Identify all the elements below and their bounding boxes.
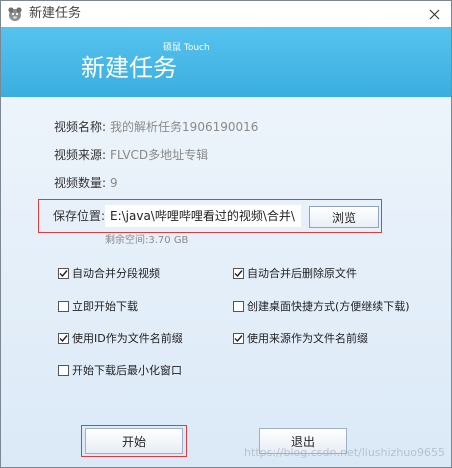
option-label: 创建桌面快捷方式(方便继续下载) — [247, 300, 410, 313]
close-icon — [429, 5, 440, 24]
watermark: https://blog.csdn.net/liushizhuo9655 — [244, 446, 445, 459]
app-icon — [7, 6, 23, 22]
video-name-row: 视频名称: 我的解析任务1906190016 — [54, 119, 258, 135]
new-task-dialog: 新建任务 硕鼠 Touch 新建任务 视频名称: 我的解析任务1906190016… — [0, 0, 452, 468]
option-start-now[interactable]: 立即开始下载 — [58, 298, 138, 314]
browse-button[interactable]: 浏览 — [309, 206, 379, 228]
window-title: 新建任务 — [29, 6, 82, 21]
video-source-row: 视频来源: FLVCD多地址专辑 — [54, 147, 208, 163]
video-name-value: 我的解析任务1906190016 — [110, 120, 259, 134]
banner-subtitle: 硕鼠 Touch — [163, 43, 210, 53]
checkbox[interactable] — [233, 300, 244, 312]
remaining-space: 剩余空间:3.70 GB — [105, 235, 189, 246]
option-auto-merge[interactable]: 自动合并分段视频 — [58, 265, 160, 281]
save-location-label: 保存位置: — [53, 209, 106, 223]
video-source-value: FLVCD多地址专辑 — [110, 148, 209, 162]
option-label: 自动合并分段视频 — [72, 267, 160, 280]
checkbox[interactable] — [58, 364, 69, 376]
checkmark-icon — [59, 334, 68, 342]
option-label: 使用ID作为文件名前缀 — [72, 332, 183, 345]
option-id-prefix[interactable]: 使用ID作为文件名前缀 — [58, 330, 183, 346]
option-label: 自动合并后删除原文件 — [247, 267, 357, 280]
option-source-prefix[interactable]: 使用来源作为文件名前缀 — [233, 330, 368, 346]
checkbox[interactable] — [58, 332, 69, 344]
option-delete-after-merge[interactable]: 自动合并后删除原文件 — [233, 265, 357, 281]
start-button[interactable]: 开始 — [85, 428, 183, 454]
checkmark-icon — [234, 334, 243, 342]
video-name-label: 视频名称: — [54, 120, 107, 134]
banner: 硕鼠 Touch 新建任务 — [1, 27, 451, 97]
video-count-row: 视频数量: 9 — [54, 175, 118, 191]
checkmark-icon — [234, 269, 243, 277]
video-source-label: 视频来源: — [54, 148, 107, 162]
checkbox[interactable] — [233, 332, 244, 344]
option-label: 开始下载后最小化窗口 — [72, 364, 182, 377]
video-count-label: 视频数量: — [54, 176, 107, 190]
option-desktop-shortcut[interactable]: 创建桌面快捷方式(方便继续下载) — [233, 298, 410, 314]
checkbox[interactable] — [58, 300, 69, 312]
checkbox[interactable] — [233, 267, 244, 279]
option-minimize-on-start[interactable]: 开始下载后最小化窗口 — [58, 362, 182, 378]
title-bar: 新建任务 — [1, 1, 451, 27]
checkbox[interactable] — [58, 267, 69, 279]
option-label: 使用来源作为文件名前缀 — [247, 332, 368, 345]
save-path-input[interactable]: E:\java\哔哩哔哩看过的视频\合并\ — [105, 205, 301, 227]
video-count-value: 9 — [110, 176, 118, 190]
checkmark-icon — [59, 269, 68, 277]
banner-title: 新建任务 — [81, 54, 177, 82]
option-label: 立即开始下载 — [72, 300, 138, 313]
close-button[interactable] — [423, 4, 445, 24]
